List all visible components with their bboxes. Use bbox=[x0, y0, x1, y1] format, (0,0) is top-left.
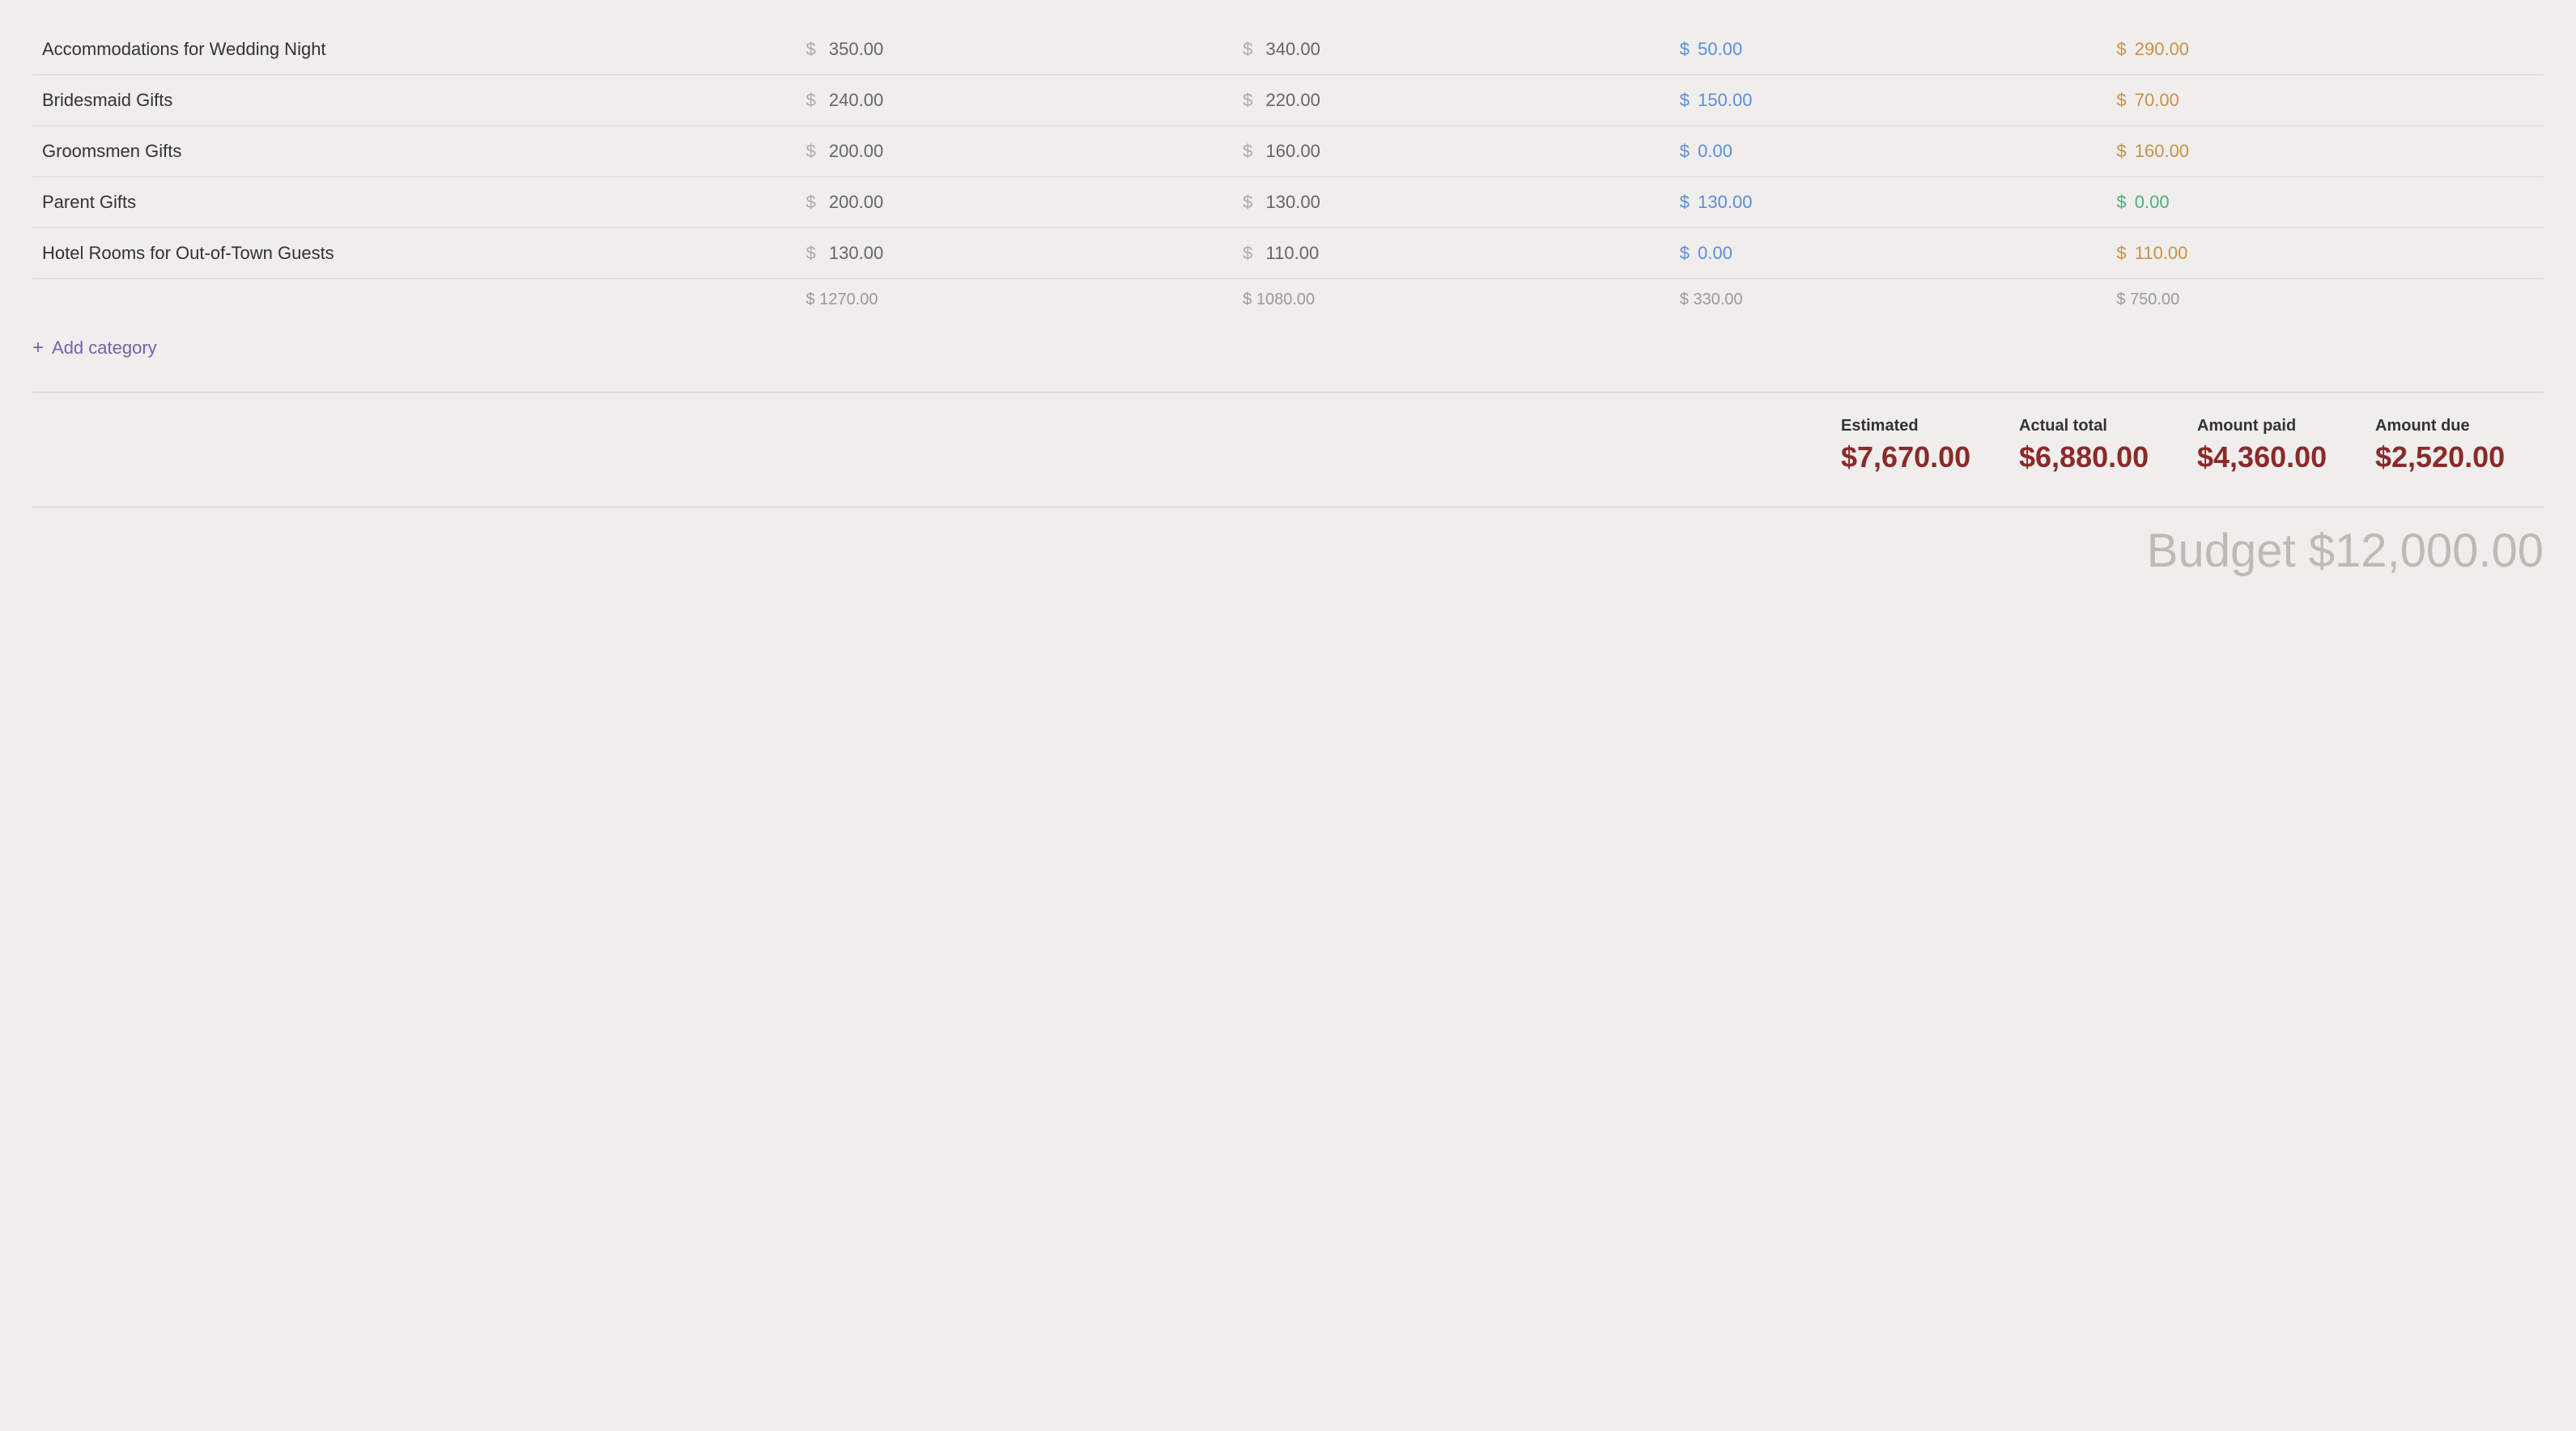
dollar-icon: $ bbox=[1680, 192, 1690, 212]
due-value-cell: 70.00 bbox=[2135, 90, 2179, 110]
subtotal-actual: $ 1080.00 bbox=[1233, 279, 1670, 321]
dollar-icon: $ bbox=[1243, 141, 1252, 161]
subtotal-estimated: $ 1270.00 bbox=[797, 279, 1234, 321]
actual-value-cell: 160.00 bbox=[1266, 141, 1320, 161]
row-label: Groomsmen Gifts bbox=[32, 126, 797, 177]
paid-value-cell: 150.00 bbox=[1698, 90, 1752, 110]
row-label: Parent Gifts bbox=[32, 177, 797, 228]
table-row[interactable]: Bridesmaid Gifts $ 240.00 $ 220.00 $ 150… bbox=[32, 75, 2544, 126]
due-cell: $ 160.00 bbox=[2106, 126, 2544, 177]
subtotal-row: $ 1270.00 $ 1080.00 $ 330.00 $ 750.00 bbox=[32, 279, 2544, 321]
estimated-cell: $ 200.00 bbox=[797, 126, 1234, 177]
dollar-icon: $ bbox=[1243, 192, 1252, 212]
actual-cell: $ 130.00 bbox=[1233, 177, 1670, 228]
paid-value: $4,360.00 bbox=[2197, 440, 2356, 474]
due-cell: $ 110.00 bbox=[2106, 228, 2544, 279]
due-value-cell: 160.00 bbox=[2135, 141, 2189, 161]
actual-value-cell: 130.00 bbox=[1266, 192, 1320, 212]
total-actual-col: Actual total $6,880.00 bbox=[2009, 409, 2187, 482]
estimated-value-cell: 130.00 bbox=[829, 243, 883, 263]
paid-cell: $ 150.00 bbox=[1670, 75, 2107, 126]
actual-cell: $ 340.00 bbox=[1233, 24, 1670, 75]
due-value-cell: 110.00 bbox=[2135, 243, 2188, 263]
paid-cell: $ 50.00 bbox=[1670, 24, 2107, 75]
due-value-cell: 0.00 bbox=[2135, 192, 2170, 212]
paid-label: Amount paid bbox=[2197, 417, 2356, 435]
paid-cell: $ 0.00 bbox=[1670, 228, 2107, 279]
table-row[interactable]: Parent Gifts $ 200.00 $ 130.00 $ 130.00 … bbox=[32, 177, 2544, 228]
plus-icon: + bbox=[32, 337, 44, 359]
dollar-icon: $ bbox=[1680, 90, 1690, 110]
table-row[interactable]: Groomsmen Gifts $ 200.00 $ 160.00 $ 0.00… bbox=[32, 126, 2544, 177]
row-label: Bridesmaid Gifts bbox=[32, 75, 797, 126]
row-label: Hotel Rooms for Out-of-Town Guests bbox=[32, 228, 797, 279]
add-category-button[interactable]: + Add category bbox=[32, 321, 2544, 384]
due-value-cell: 290.00 bbox=[2135, 39, 2189, 59]
subtotal-due: $ 750.00 bbox=[2106, 279, 2544, 321]
paid-cell: $ 130.00 bbox=[1670, 177, 2107, 228]
estimated-cell: $ 240.00 bbox=[797, 75, 1234, 126]
estimated-value: $7,670.00 bbox=[1841, 440, 2000, 474]
due-cell: $ 290.00 bbox=[2106, 24, 2544, 75]
dollar-icon: $ bbox=[1243, 243, 1252, 263]
estimated-value-cell: 200.00 bbox=[829, 192, 883, 212]
actual-value-cell: 220.00 bbox=[1266, 90, 1320, 110]
due-cell: $ 0.00 bbox=[2106, 177, 2544, 228]
table-row[interactable]: Hotel Rooms for Out-of-Town Guests $ 130… bbox=[32, 228, 2544, 279]
paid-value-cell: 0.00 bbox=[1698, 243, 1732, 263]
dollar-icon: $ bbox=[806, 90, 816, 110]
totals-section: Estimated $7,670.00 Actual total $6,880.… bbox=[32, 392, 2544, 482]
actual-label: Actual total bbox=[2019, 417, 2178, 435]
dollar-icon: $ bbox=[2116, 90, 2126, 110]
paid-cell: $ 0.00 bbox=[1670, 126, 2107, 177]
row-label: Accommodations for Wedding Night bbox=[32, 24, 797, 75]
dollar-icon: $ bbox=[1243, 90, 1252, 110]
total-paid-col: Amount paid $4,360.00 bbox=[2187, 409, 2366, 482]
budget-footer: Budget $12,000.00 bbox=[32, 507, 2544, 578]
estimated-cell: $ 200.00 bbox=[797, 177, 1234, 228]
subtotal-empty bbox=[32, 279, 797, 321]
dollar-icon: $ bbox=[806, 243, 816, 263]
dollar-icon: $ bbox=[2116, 192, 2126, 212]
add-category-label: Add category bbox=[52, 338, 157, 359]
total-due-col: Amount due $2,520.00 bbox=[2366, 409, 2544, 482]
dollar-icon: $ bbox=[806, 39, 816, 59]
table-row[interactable]: Accommodations for Wedding Night $ 350.0… bbox=[32, 24, 2544, 75]
estimated-cell: $ 350.00 bbox=[797, 24, 1234, 75]
actual-cell: $ 110.00 bbox=[1233, 228, 1670, 279]
due-label: Amount due bbox=[2375, 417, 2534, 435]
actual-cell: $ 160.00 bbox=[1233, 126, 1670, 177]
budget-table: Accommodations for Wedding Night $ 350.0… bbox=[32, 24, 2544, 321]
total-estimated-col: Estimated $7,670.00 bbox=[1831, 409, 2009, 482]
actual-value-cell: 340.00 bbox=[1266, 39, 1320, 59]
estimated-value-cell: 240.00 bbox=[829, 90, 883, 110]
actual-value-cell: 110.00 bbox=[1266, 243, 1320, 263]
subtotal-paid: $ 330.00 bbox=[1670, 279, 2107, 321]
dollar-icon: $ bbox=[806, 192, 816, 212]
estimated-value-cell: 350.00 bbox=[829, 39, 883, 59]
budget-footer-text: Budget $12,000.00 bbox=[2147, 524, 2544, 577]
dollar-icon: $ bbox=[1680, 141, 1690, 161]
dollar-icon: $ bbox=[806, 141, 816, 161]
estimated-cell: $ 130.00 bbox=[797, 228, 1234, 279]
dollar-icon: $ bbox=[1680, 39, 1690, 59]
dollar-icon: $ bbox=[1680, 243, 1690, 263]
estimated-label: Estimated bbox=[1841, 417, 2000, 435]
paid-value-cell: 130.00 bbox=[1698, 192, 1752, 212]
actual-value: $6,880.00 bbox=[2019, 440, 2178, 474]
dollar-icon: $ bbox=[1243, 39, 1252, 59]
dollar-icon: $ bbox=[2116, 141, 2126, 161]
paid-value-cell: 0.00 bbox=[1698, 141, 1732, 161]
estimated-value-cell: 200.00 bbox=[829, 141, 883, 161]
paid-value-cell: 50.00 bbox=[1698, 39, 1742, 59]
actual-cell: $ 220.00 bbox=[1233, 75, 1670, 126]
due-cell: $ 70.00 bbox=[2106, 75, 2544, 126]
due-value: $2,520.00 bbox=[2375, 440, 2534, 474]
dollar-icon: $ bbox=[2116, 243, 2126, 263]
dollar-icon: $ bbox=[2116, 39, 2126, 59]
